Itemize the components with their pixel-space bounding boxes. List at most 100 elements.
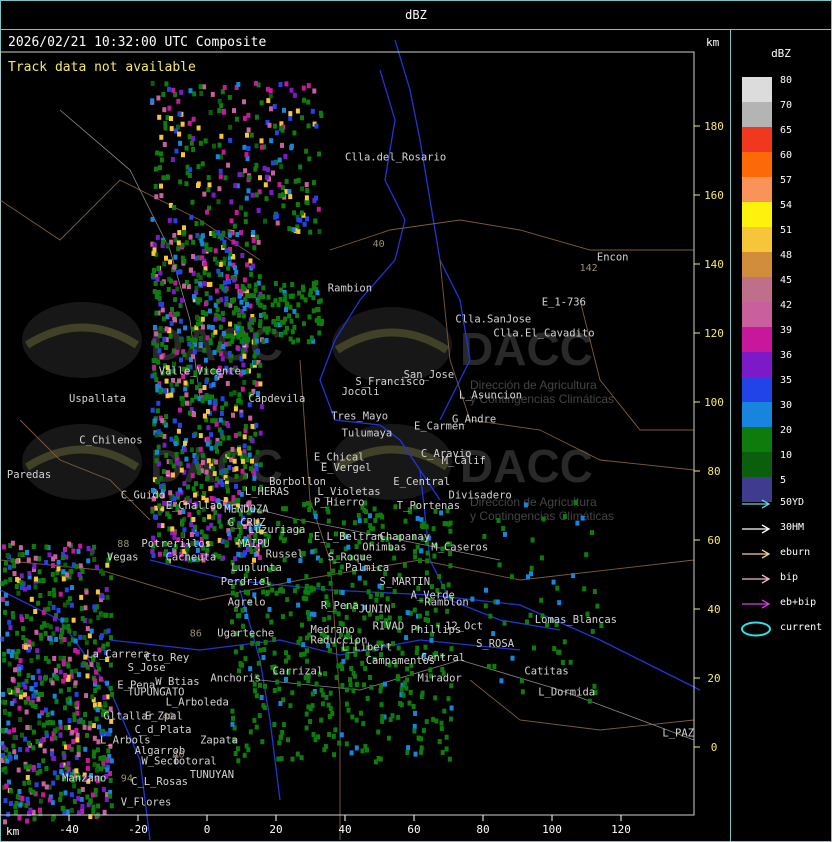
place-label: L_HERAS (245, 486, 289, 498)
track-arrow-icon (742, 499, 771, 509)
place-label: MENDOZA (224, 503, 269, 515)
legend-bin-label: 80 (780, 75, 793, 86)
place-label: Cacheuta (166, 552, 217, 564)
x-tick-label: 60 (407, 823, 420, 836)
y-tick-label: 60 (707, 534, 720, 547)
track-legend-label: eb+bip (780, 597, 817, 608)
place-label: E_1-736 (542, 296, 586, 308)
place-label: S_ROSA (476, 638, 515, 650)
legend-bin-label: 5 (780, 475, 787, 486)
place-label: Russel (266, 548, 304, 560)
y-tick-label: 0 (711, 741, 718, 754)
place-label: 12_Oct (445, 621, 483, 633)
place-label: Agrelo (228, 597, 266, 609)
y-tick-label: 120 (704, 327, 724, 340)
place-label: C_Guido (121, 490, 165, 502)
title-bar: dBZ (0, 0, 832, 30)
place-label: Tres_Mayo (331, 410, 388, 422)
x-tick-label: 100 (542, 823, 562, 836)
legend-bin-label: 65 (780, 125, 793, 136)
legend-swatch (742, 302, 772, 327)
place-label: L_Asuncion (459, 390, 522, 402)
place-label: RIVAD (373, 621, 405, 633)
place-label: T_Portenas (397, 500, 460, 512)
road-number: 86 (190, 629, 202, 640)
place-label: Jocoli (342, 386, 380, 398)
legend-swatch (742, 402, 772, 427)
road-number: 40 (373, 239, 385, 250)
legend-bin-label: 51 (780, 225, 793, 236)
place-label: TUNUYAN (190, 769, 234, 781)
legend-swatch (742, 327, 772, 352)
place-label: P_Hierro (314, 497, 365, 509)
legend-swatch (742, 102, 772, 127)
place-label: R_Pena (321, 600, 359, 612)
legend-bin-label: 57 (780, 175, 793, 186)
x-tick-label: 20 (269, 823, 282, 836)
y-tick-label: 20 (707, 672, 720, 685)
place-label: L_PAZ (662, 728, 694, 740)
place-label: V_Flores (121, 797, 172, 809)
track-notice: Track data not available (8, 60, 196, 75)
place-label: Valle_Vicente (159, 365, 241, 377)
place-label: San_Jose (404, 369, 455, 381)
track-arrow-icon (742, 549, 771, 559)
place-label: Clla.SanJose (455, 314, 531, 326)
place-label: Uspallata (69, 393, 126, 405)
place-label: E_Vergel (321, 462, 372, 474)
y-tick-label: 100 (704, 396, 724, 409)
place-label: Catitas (524, 666, 568, 678)
place-label: JUNIN (359, 604, 391, 616)
legend-swatch (742, 202, 772, 227)
place-label: L_Arboleda (166, 697, 229, 709)
current-ellipse-icon (741, 621, 771, 637)
legend-bin-label: 48 (780, 250, 793, 261)
place-label: E_Challao (166, 500, 223, 512)
x-tick-label: -40 (59, 823, 79, 836)
place-label: Carrizal (273, 666, 324, 678)
place-label: E_Central (393, 476, 450, 488)
track-legend-label: 30HM (780, 522, 805, 533)
place-label: Ugarteche (217, 628, 274, 640)
y-tick-label: 160 (704, 189, 724, 202)
track-arrow-icon (742, 524, 771, 534)
legend-swatch (742, 252, 772, 277)
place-label: L_Dormida (538, 686, 595, 698)
legend-bin-label: 30 (780, 400, 793, 411)
place-label: Perdriel (221, 576, 272, 588)
x-tick-label: -20 (128, 823, 148, 836)
place-label: Ramblon (424, 597, 468, 609)
place-label: Anchoris (210, 673, 261, 685)
place-label: Capdevila (248, 393, 305, 405)
track-arrow-icon (742, 599, 771, 609)
place-label: L_Libert (342, 641, 393, 653)
place-label: Clla.El_Cavadito (493, 327, 594, 339)
legend-swatch (742, 352, 772, 377)
legend-swatch (742, 77, 772, 102)
y-tick-label: 80 (707, 465, 720, 478)
x-tick-label: 0 (204, 823, 211, 836)
place-label: M_Caseros (431, 541, 488, 553)
place-label: Lomas_Blancas (535, 614, 617, 626)
track-legend-label: eburn (780, 547, 811, 558)
y-tick-label: 140 (704, 258, 724, 271)
place-label: Potrerillos (141, 538, 211, 550)
place-label: Clla.del_Rosario (345, 152, 446, 164)
legend-swatch (742, 177, 772, 202)
y-tick-label: 180 (704, 120, 724, 133)
place-label: Manzano (62, 773, 106, 785)
legend-bin-label: 45 (780, 275, 793, 286)
product-title: dBZ (405, 8, 427, 22)
road-number: 40 (173, 749, 185, 760)
place-label: Rambion (328, 283, 372, 295)
legend-bin-label: 10 (780, 450, 793, 461)
legend-title: dBZ (771, 47, 791, 60)
place-label: La_Carrera (86, 648, 149, 660)
y-tick-label: 40 (707, 603, 720, 616)
radar-map[interactable]: DACC DACCDirección de Agriculturay Contin… (0, 29, 730, 841)
track-legend-label: current (780, 622, 823, 633)
legend-bin-label: 39 (780, 325, 793, 336)
road-number: 40 (162, 711, 174, 722)
legend-bin-label: 54 (780, 200, 793, 211)
track-legend-label: 50YD (780, 497, 805, 508)
